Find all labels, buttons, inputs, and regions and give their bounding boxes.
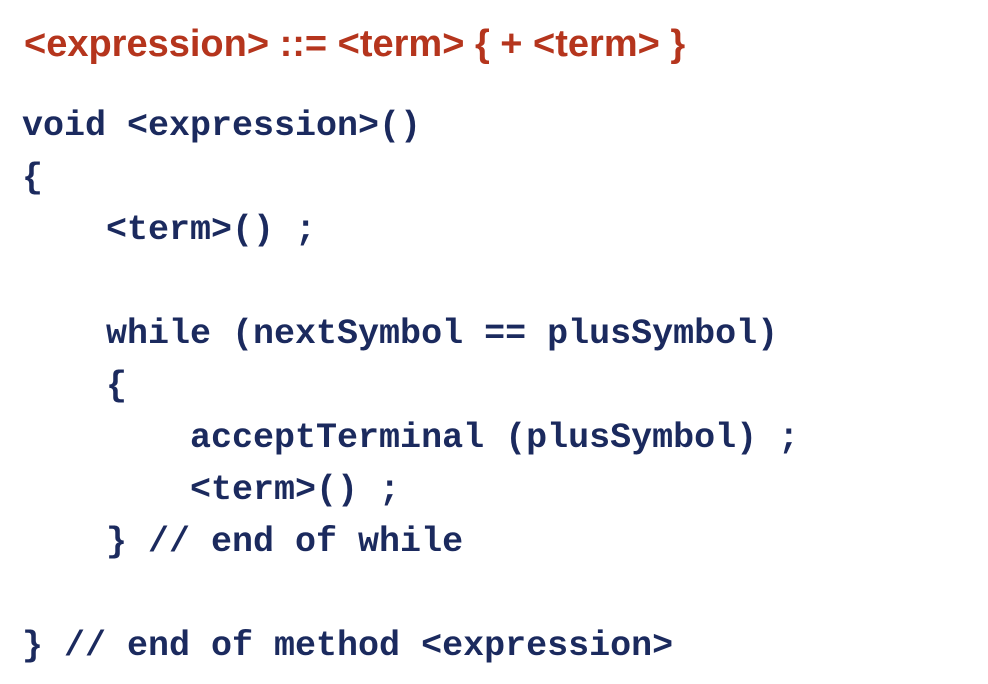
slide: <expression> ::= <term> { + <term> } voi… bbox=[0, 0, 988, 684]
code-line: } // end of method <expression> bbox=[22, 626, 674, 666]
code-line: acceptTerminal (plusSymbol) ; bbox=[22, 418, 800, 458]
code-line: <term>() ; bbox=[22, 470, 401, 510]
code-line: { bbox=[22, 158, 44, 198]
grammar-rule: <expression> ::= <term> { + <term> } bbox=[24, 23, 686, 65]
code-line: } // end of while bbox=[22, 522, 464, 562]
code-line: { bbox=[22, 366, 128, 406]
code-line: void <expression>() bbox=[22, 106, 422, 146]
code-line: <term>() ; bbox=[22, 210, 317, 250]
code-line: while (nextSymbol == plusSymbol) bbox=[22, 314, 779, 354]
